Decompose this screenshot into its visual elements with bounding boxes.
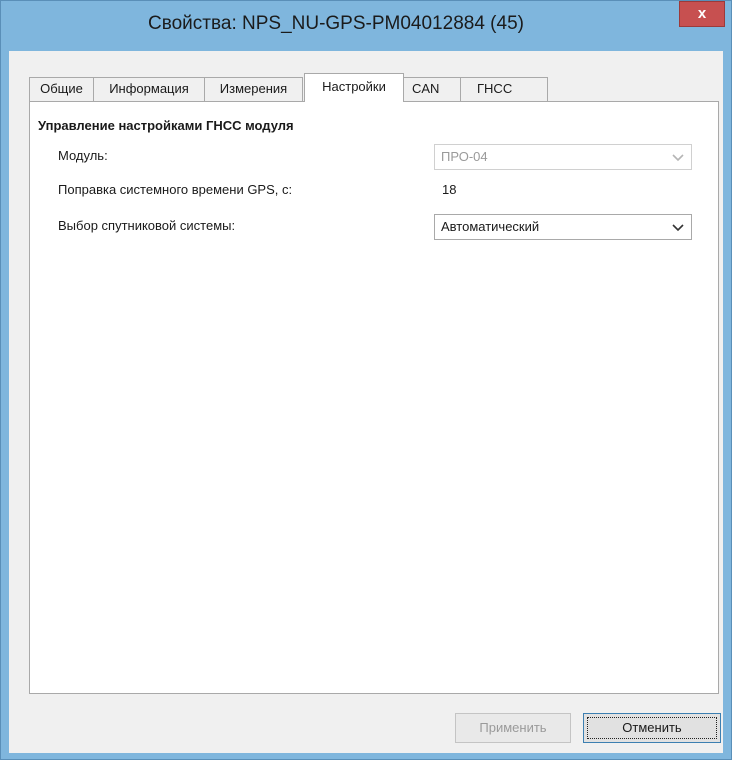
apply-button[interactable]: Применить	[455, 713, 571, 743]
module-label: Модуль:	[58, 148, 108, 163]
satellite-system-select-value: Автоматический	[441, 219, 540, 234]
gps-correction-value: 18	[442, 182, 457, 197]
window-title: Свойства: NPS_NU-GPS-PM04012884 (45)	[148, 13, 524, 34]
gps-correction-label: Поправка системного времени GPS, с:	[58, 182, 293, 197]
settings-panel: Управление настройками ГНСС модуля Модул…	[29, 101, 719, 694]
cancel-button[interactable]: Отменить	[583, 713, 721, 743]
focus-rectangle	[587, 717, 717, 739]
title-bar[interactable]: Свойства: NPS_NU-GPS-PM04012884 (45) x	[1, 1, 731, 51]
tab-general[interactable]: Общие	[29, 77, 94, 101]
module-select-value: ПРО-04	[441, 149, 488, 164]
properties-window: Свойства: NPS_NU-GPS-PM04012884 (45) x О…	[0, 0, 732, 760]
tab-strip: Общие Информация Измерения Настройки CAN…	[29, 73, 589, 102]
close-button[interactable]: x	[679, 1, 725, 27]
dialog-client-area: Общие Информация Измерения Настройки CAN…	[9, 51, 723, 753]
satellite-system-label: Выбор спутниковой системы:	[58, 218, 236, 233]
tab-gnss[interactable]: ГНСС	[460, 77, 548, 101]
satellite-system-select[interactable]: Автоматический	[434, 214, 692, 240]
chevron-down-icon[interactable]	[671, 215, 685, 239]
tab-information[interactable]: Информация	[93, 77, 205, 101]
group-title: Управление настройками ГНСС модуля	[38, 118, 294, 133]
tab-can[interactable]: CAN	[403, 77, 461, 101]
module-select: ПРО-04	[434, 144, 692, 170]
chevron-down-icon	[671, 145, 685, 169]
tab-settings[interactable]: Настройки	[304, 73, 404, 102]
tab-measurements[interactable]: Измерения	[204, 77, 303, 101]
